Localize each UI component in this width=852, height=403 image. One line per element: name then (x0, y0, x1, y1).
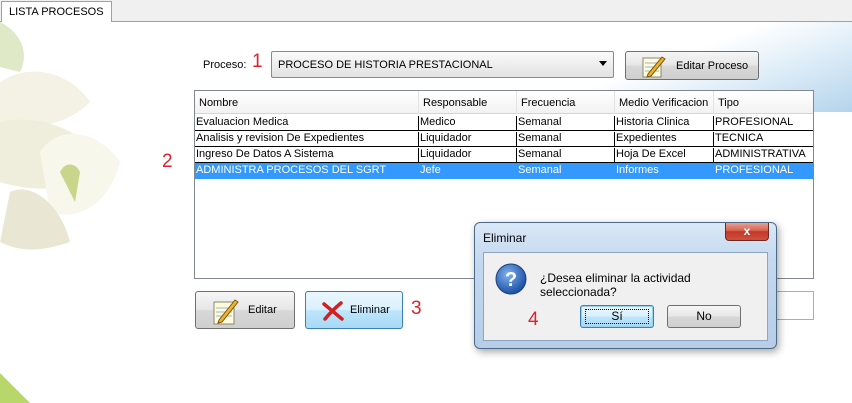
editar-label: Editar (248, 304, 277, 316)
table-row[interactable]: Analisis y revision De Expedientes Liqui… (195, 131, 813, 147)
cell-tipo: TECNICA (715, 132, 764, 144)
eliminar-label: Eliminar (350, 304, 390, 316)
eliminar-button[interactable]: Eliminar (305, 291, 403, 329)
dialog-title: Eliminar (483, 231, 527, 245)
proceso-select[interactable]: PROCESO DE HISTORIA PRESTACIONAL (271, 51, 614, 78)
notepad-pencil-icon (642, 56, 666, 78)
tab-lista-procesos[interactable]: LISTA PROCESOS (1, 1, 112, 23)
editar-proceso-label: Editar Proceso (676, 60, 749, 72)
tab-strip: LISTA PROCESOS (0, 0, 852, 23)
annotation-3: 3 (411, 298, 422, 319)
cell-nombre: Analisis y revision De Expedientes (195, 132, 419, 147)
annotation-1: 1 (252, 51, 263, 72)
cell-frecuencia: Semanal (517, 116, 615, 131)
column-header-medio-verificacion[interactable]: Medio Verificacion (615, 91, 714, 114)
cell-responsable: Medico (419, 116, 517, 131)
notepad-pencil-icon (213, 299, 239, 325)
proceso-label: Proceso: (203, 59, 247, 71)
cell-frecuencia: Semanal (517, 132, 615, 147)
si-button[interactable]: Sí (580, 305, 654, 328)
svg-text:?: ? (505, 269, 517, 291)
cell-nombre: Ingreso De Datos A Sistema (195, 148, 419, 163)
table-row[interactable]: Evaluacion Medica Medico Semanal Histori… (195, 115, 813, 131)
close-icon: x (743, 224, 751, 238)
column-header-nombre[interactable]: Nombre (195, 91, 419, 114)
text-field[interactable] (776, 291, 814, 320)
cell-tipo: PROFESIONAL (715, 116, 794, 128)
cell-frecuencia: Semanal (517, 148, 615, 163)
dialog-message: ¿Desea eliminar la actividad seleccionad… (540, 271, 691, 299)
annotation-4: 4 (528, 309, 539, 330)
dialog-close-button[interactable]: x (725, 223, 769, 241)
grid-header: Nombre Responsable Frecuencia Medio Veri… (195, 91, 813, 114)
dialog-body: ? ¿Desea eliminar la actividad seleccion… (483, 252, 768, 341)
cell-medio-verificacion: Expedientes (615, 132, 714, 147)
flower-decoration (0, 22, 120, 250)
cell-tipo: PROFESIONAL (715, 164, 794, 176)
cell-frecuencia: Semanal (517, 164, 615, 179)
question-icon: ? (495, 263, 527, 295)
table-row-selected[interactable]: ADMINISTRA PROCESOS DEL SGRT Jefe Semana… (195, 163, 813, 179)
editar-button[interactable]: Editar (195, 291, 295, 329)
column-header-responsable[interactable]: Responsable (419, 91, 517, 114)
proceso-select-value: PROCESO DE HISTORIA PRESTACIONAL (278, 59, 493, 71)
si-label: Sí (611, 309, 623, 323)
red-x-icon (322, 301, 344, 321)
cell-medio-verificacion: Hoja De Excel (615, 148, 714, 163)
grass-decoration (0, 373, 30, 403)
no-button[interactable]: No (667, 305, 741, 328)
annotation-2: 2 (162, 151, 173, 172)
no-label: No (696, 309, 712, 323)
cell-nombre: ADMINISTRA PROCESOS DEL SGRT (195, 164, 419, 179)
chevron-down-icon[interactable] (599, 61, 607, 66)
column-header-frecuencia[interactable]: Frecuencia (517, 91, 615, 114)
cell-responsable: Liquidador (419, 132, 517, 147)
cell-tipo: ADMINISTRATIVA (715, 148, 806, 160)
cell-nombre: Evaluacion Medica (195, 116, 419, 131)
cell-medio-verificacion: Informes (615, 164, 714, 179)
cell-responsable: Liquidador (419, 148, 517, 163)
cell-medio-verificacion: Historia Clinica (615, 116, 714, 131)
cell-responsable: Jefe (419, 164, 517, 179)
table-row[interactable]: Ingreso De Datos A Sistema Liquidador Se… (195, 147, 813, 163)
eliminar-dialog: Eliminar x ? ¿Desea eliminar la activida… (474, 222, 777, 349)
column-header-tipo[interactable]: Tipo (714, 91, 813, 114)
editar-proceso-button[interactable]: Editar Proceso (625, 51, 759, 80)
